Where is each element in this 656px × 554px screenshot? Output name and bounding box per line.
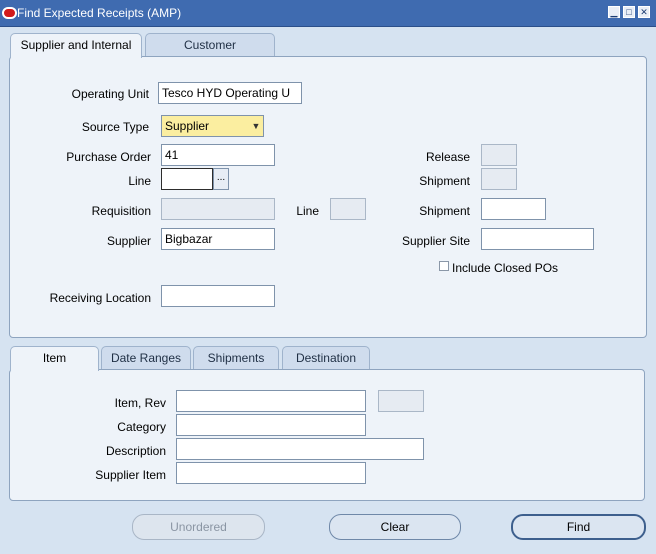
clear-button[interactable]: Clear xyxy=(329,514,461,540)
title-bar: Find Expected Receipts (AMP) ▁ □ ✕ xyxy=(0,0,656,27)
line-field[interactable] xyxy=(161,168,213,190)
requisition-shipment-label: Shipment xyxy=(419,204,470,218)
include-closed-pos-label: Include Closed POs xyxy=(452,261,559,275)
description-field[interactable] xyxy=(176,438,424,460)
requisition-shipment-field[interactable] xyxy=(481,198,546,220)
tab-label: Customer xyxy=(183,38,236,52)
operating-unit-field[interactable]: Tesco HYD Operating U xyxy=(158,82,302,104)
category-label: Category xyxy=(117,420,166,434)
tab-label: Supplier and Internal xyxy=(20,38,132,52)
include-closed-pos-checkbox[interactable] xyxy=(439,261,449,271)
source-type-label: Source Type xyxy=(81,120,149,134)
close-icon[interactable]: ✕ xyxy=(638,6,650,18)
receiving-location-field[interactable] xyxy=(161,285,275,307)
requisition-field xyxy=(161,198,275,220)
window-title: Find Expected Receipts (AMP) xyxy=(17,6,182,20)
oracle-logo-icon xyxy=(2,7,17,19)
chevron-down-icon[interactable]: ▼ xyxy=(249,116,263,136)
requisition-line-label: Line xyxy=(296,204,319,218)
purchase-order-label: Purchase Order xyxy=(66,150,151,164)
tab-date-ranges[interactable]: Date Ranges xyxy=(101,346,191,370)
item-field[interactable] xyxy=(176,390,366,412)
receiving-location-label: Receiving Location xyxy=(49,291,151,305)
tab-shipments[interactable]: Shipments xyxy=(193,346,279,370)
item-rev-label: Item, Rev xyxy=(114,396,166,410)
category-field[interactable] xyxy=(176,414,366,436)
tab-supplier-and-internal[interactable]: Supplier and Internal xyxy=(10,33,142,58)
supplier-site-label: Supplier Site xyxy=(401,234,470,248)
revision-field xyxy=(378,390,424,412)
supplier-site-field[interactable] xyxy=(481,228,594,250)
unordered-button[interactable]: Unordered xyxy=(132,514,265,540)
supplier-field[interactable]: Bigbazar xyxy=(161,228,275,250)
tab-label: Date Ranges xyxy=(110,351,182,365)
supplier-item-field[interactable] xyxy=(176,462,366,484)
release-field xyxy=(481,144,517,166)
description-label: Description xyxy=(105,444,166,458)
release-label: Release xyxy=(425,150,470,164)
source-type-select[interactable]: Supplier ▼ xyxy=(161,115,264,137)
purchase-order-field[interactable]: 41 xyxy=(161,144,275,166)
tab-label: Shipments xyxy=(207,351,265,365)
shipment-field xyxy=(481,168,517,190)
maximize-icon[interactable]: □ xyxy=(623,6,635,18)
supplier-item-label: Supplier Item xyxy=(95,468,166,482)
operating-unit-label: Operating Unit xyxy=(71,87,149,101)
requisition-line-field xyxy=(330,198,366,220)
tab-customer[interactable]: Customer xyxy=(145,33,275,57)
requisition-label: Requisition xyxy=(91,204,151,218)
minimize-icon[interactable]: ▁ xyxy=(608,6,620,18)
tab-label: Item xyxy=(42,351,67,365)
tab-destination[interactable]: Destination xyxy=(282,346,370,370)
find-button[interactable]: Find xyxy=(511,514,646,540)
line-label: Line xyxy=(128,174,151,188)
list-of-values-button[interactable]: ... xyxy=(213,168,229,190)
source-type-value: Supplier xyxy=(165,119,210,133)
supplier-label: Supplier xyxy=(106,234,151,248)
tab-item[interactable]: Item xyxy=(10,346,99,371)
shipment-label: Shipment xyxy=(419,174,470,188)
tab-label: Destination xyxy=(295,351,357,365)
